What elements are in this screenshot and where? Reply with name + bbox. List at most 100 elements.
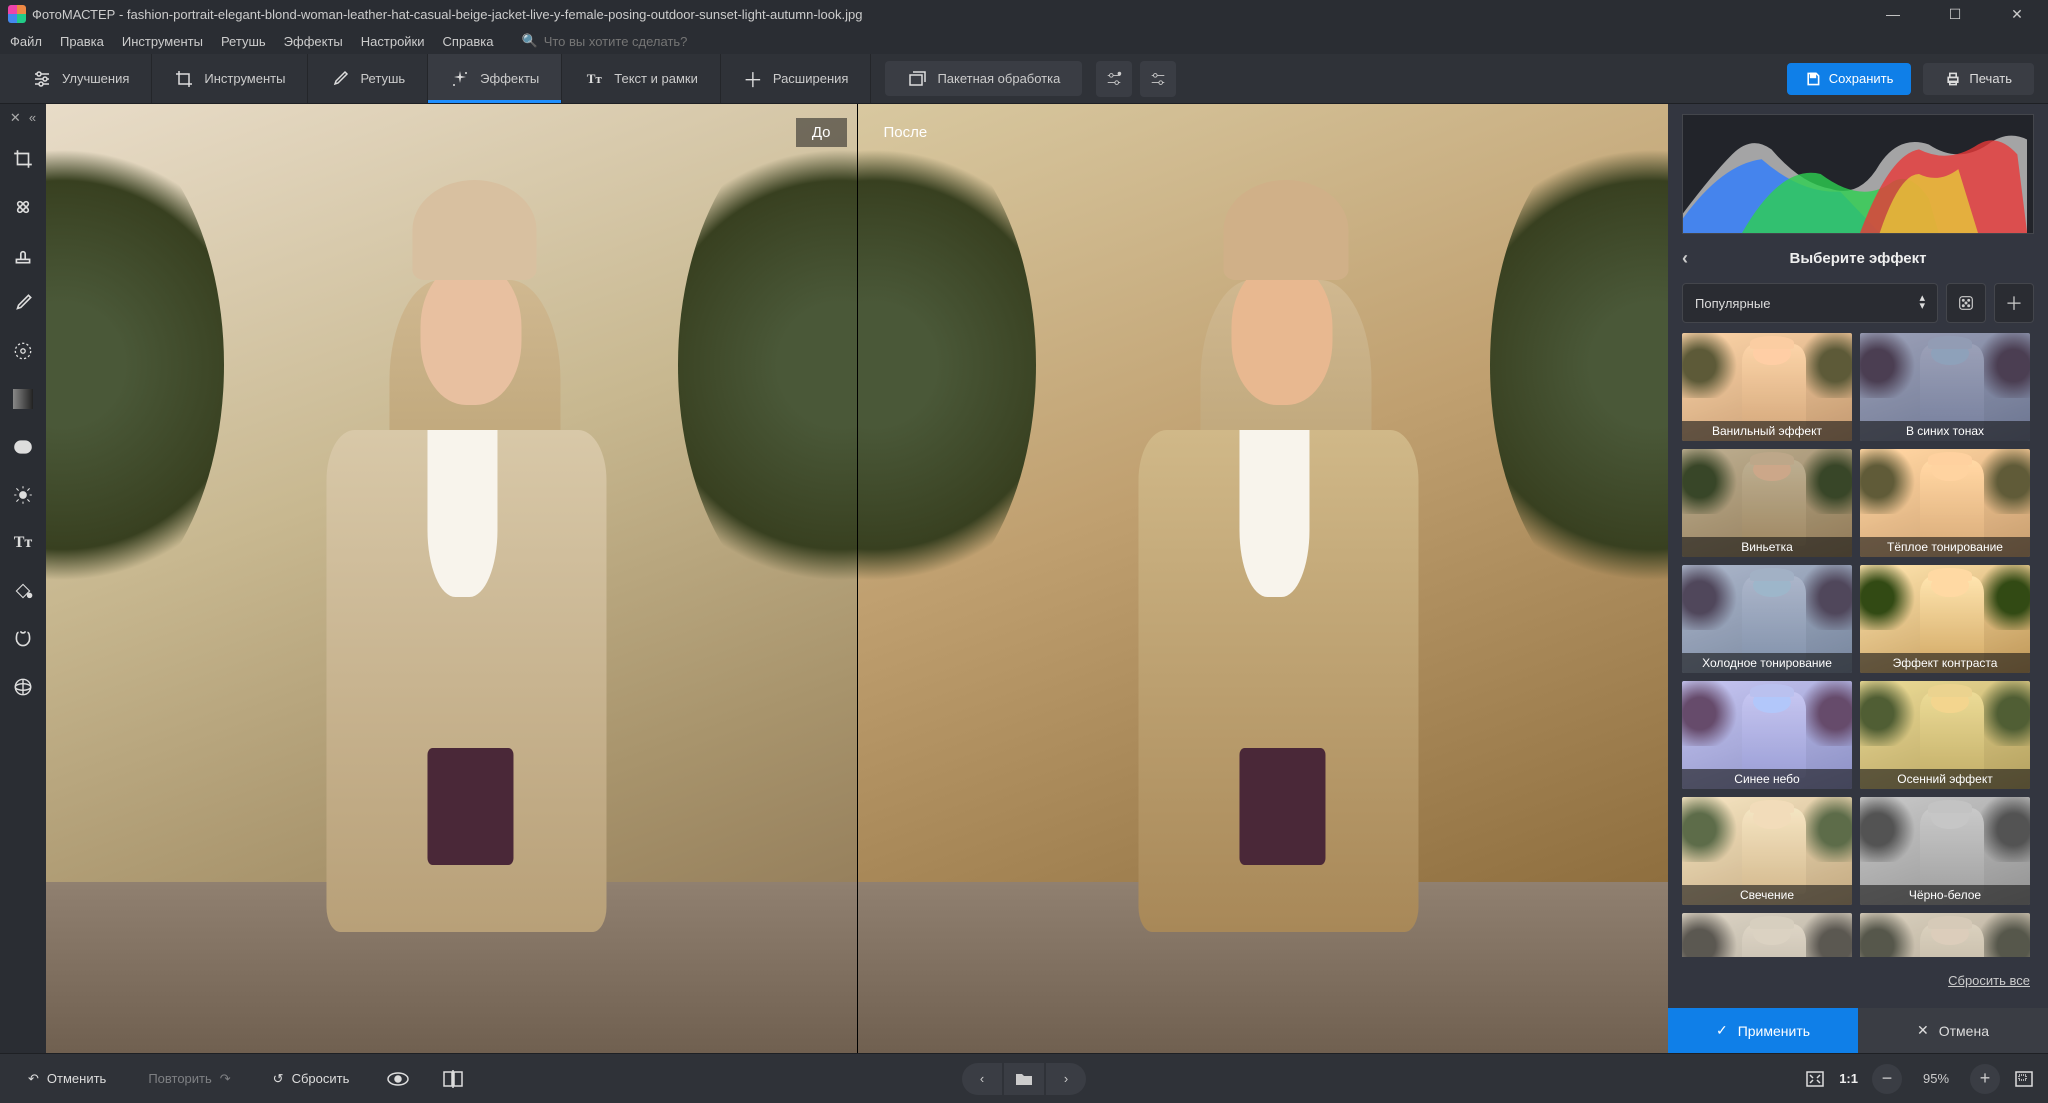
tab-text-frames[interactable]: Tт Текст и рамки [562,54,721,103]
fit-label[interactable]: 1:1 [1839,1071,1858,1086]
batch-processing-button[interactable]: Пакетная обработка [885,61,1082,96]
menu-retouch[interactable]: Ретушь [221,34,266,49]
sliders-icon [32,69,52,89]
tab-retouch[interactable]: Ретушь [308,54,428,103]
reset-icon: ↺ [273,1071,284,1087]
panel-title: Выберите эффект [1789,250,1926,267]
redo-button[interactable]: Повторить ↷ [134,1065,244,1093]
search-icon: 🔍 [522,33,538,49]
menu-search-input[interactable] [544,34,764,49]
effect-tile[interactable] [1860,913,2030,957]
apply-button[interactable]: ✓ Применить [1668,1008,1858,1053]
tab-effects[interactable]: Эффекты [428,54,562,103]
close-panel-button[interactable]: ✕ [10,110,21,126]
print-button[interactable]: Печать [1923,63,2034,95]
brush-tool[interactable] [8,288,38,318]
navigator-button[interactable] [2014,1070,2034,1088]
canvas-area[interactable]: До После [46,104,1668,1053]
stamp-tool[interactable] [8,240,38,270]
crop-tool[interactable] [8,144,38,174]
effect-label: Ванильный эффект [1682,421,1852,441]
menu-edit[interactable]: Правка [60,34,104,49]
effect-label: Свечение [1682,885,1852,905]
minimize-button[interactable]: — [1878,6,1908,23]
effect-tile[interactable]: Свечение [1682,797,1852,905]
save-label: Сохранить [1829,71,1894,86]
close-button[interactable]: ✕ [2002,6,2032,23]
redo-label: Повторить [148,1071,211,1086]
effect-tile[interactable]: Холодное тонирование [1682,565,1852,673]
maximize-button[interactable]: ☐ [1940,6,1970,23]
effect-tile[interactable]: Виньетка [1682,449,1852,557]
brush-icon [330,69,350,89]
reset-label: Сбросить [292,1071,350,1086]
settings-b-button[interactable] [1140,61,1176,97]
title-bar: ФотоМАСТЕР - fashion-portrait-elegant-bl… [0,0,2048,28]
settings-a-button[interactable] [1096,61,1132,97]
vignette-tool[interactable] [8,432,38,462]
effect-tile[interactable] [1682,913,1852,957]
category-select[interactable]: Популярные ▴▾ [1682,283,1938,323]
histogram [1682,114,2034,234]
effect-label: Виньетка [1682,537,1852,557]
save-button[interactable]: Сохранить [1787,63,1912,95]
effect-tile[interactable]: Синее небо [1682,681,1852,789]
prev-image-button[interactable]: ‹ [962,1063,1002,1095]
tab-tools[interactable]: Инструменты [152,54,308,103]
effect-tile[interactable]: Эффект контраста [1860,565,2030,673]
tab-enhancements[interactable]: Улучшения [10,54,152,103]
effect-tile[interactable]: Ванильный эффект [1682,333,1852,441]
panel-header: ‹ Выберите эффект [1682,244,2034,273]
effect-label: Эффект контраста [1860,653,2030,673]
add-effect-button[interactable]: ＋ [1994,283,2034,323]
batch-label: Пакетная обработка [937,71,1060,86]
back-button[interactable]: ‹ [1682,248,1688,269]
reset-all-link[interactable]: Сбросить все [1682,967,2034,994]
effect-tile[interactable]: Тёплое тонирование [1860,449,2030,557]
left-tool-strip: ✕ « Tт [0,104,46,1053]
random-effect-button[interactable] [1946,283,1986,323]
face-tool[interactable] [8,624,38,654]
menu-effects[interactable]: Эффекты [284,34,343,49]
radial-tool[interactable] [8,336,38,366]
reset-button[interactable]: ↺ Сбросить [259,1065,364,1093]
globe-tool[interactable] [8,672,38,702]
tab-label: Расширения [773,71,849,86]
effect-label: Осенний эффект [1860,769,2030,789]
menu-tools[interactable]: Инструменты [122,34,203,49]
plus-icon: ＋ [743,69,763,89]
category-label: Популярные [1695,296,1770,311]
canvas-after: После [857,104,1669,1053]
menu-file[interactable]: Файл [10,34,42,49]
tab-label: Ретушь [360,71,405,86]
tab-extensions[interactable]: ＋ Расширения [721,54,872,103]
zoom-out-button[interactable]: − [1872,1064,1902,1094]
heal-tool[interactable] [8,192,38,222]
effect-tile[interactable]: Осенний эффект [1860,681,2030,789]
next-image-button[interactable]: › [1046,1063,1086,1095]
canvas-before: До [46,104,857,1053]
text-tool[interactable]: Tт [8,528,38,558]
effect-tile[interactable]: В синих тонах [1860,333,2030,441]
save-icon [1805,71,1821,87]
batch-icon [907,69,927,89]
zoom-in-button[interactable]: + [1970,1064,2000,1094]
collapse-panel-button[interactable]: « [29,110,36,126]
menu-help[interactable]: Справка [443,34,494,49]
light-tool[interactable] [8,480,38,510]
fill-tool[interactable] [8,576,38,606]
gradient-tool[interactable] [8,384,38,414]
fit-screen-button[interactable] [1805,1070,1825,1088]
preview-original-button[interactable] [377,1065,419,1093]
effect-tile[interactable]: Чёрно-белое [1860,797,2030,905]
check-icon: ✓ [1716,1022,1728,1039]
compare-button[interactable] [433,1064,473,1094]
menu-settings[interactable]: Настройки [361,34,425,49]
menu-bar: Файл Правка Инструменты Ретушь Эффекты Н… [0,28,2048,54]
undo-label: Отменить [47,1071,106,1086]
undo-button[interactable]: ↶ Отменить [14,1065,120,1093]
crop-icon [174,69,194,89]
open-folder-button[interactable] [1004,1063,1044,1095]
cancel-button[interactable]: ✕ Отмена [1858,1008,2048,1053]
before-label: До [796,118,847,147]
